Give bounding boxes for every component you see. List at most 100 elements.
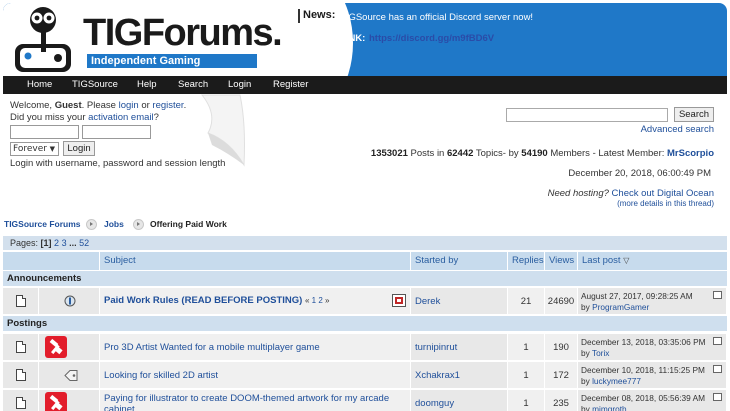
last-post-cell: December 08, 2018, 05:56:39 AM by mimgro… [578, 390, 727, 411]
current-page: [1] [40, 238, 52, 248]
breadcrumb-current: Offering Paid Work [150, 219, 227, 229]
replies-count: 1 [508, 390, 545, 411]
topic-icon-cell [3, 334, 39, 361]
logo-title[interactable]: TIGForums. [83, 13, 283, 53]
last-post-user[interactable]: Torix [592, 348, 610, 358]
topic-page-2[interactable]: 2 [318, 296, 322, 305]
last-post-date: December 08, 2018, 05:56:39 AM [581, 393, 706, 403]
tag-icon [64, 370, 78, 381]
last-post-icon[interactable] [713, 365, 722, 373]
register-link[interactable]: register [152, 100, 183, 111]
latest-member-link[interactable]: MrScorpio [667, 148, 714, 159]
last-post-date: August 27, 2017, 09:28:25 AM [581, 291, 693, 301]
page-icon [16, 369, 26, 381]
section-postings-label: Postings [7, 318, 48, 329]
session-length-select[interactable]: Forever ▼ [10, 142, 59, 156]
activation-link[interactable]: activation email [88, 112, 153, 123]
topic-starter-cell: Derek [411, 288, 508, 315]
last-post-by-line: by luckymee777 [581, 376, 726, 387]
login-link[interactable]: login [119, 100, 139, 111]
please-text: . Please [81, 100, 119, 111]
nav-search[interactable]: Search [178, 76, 208, 94]
session-length-value: Forever [13, 144, 47, 154]
or-text: or [138, 100, 153, 111]
period-text: . [183, 100, 187, 111]
header-last-post-cell[interactable]: Last post ▽ [578, 252, 727, 270]
starter-link[interactable]: Derek [415, 296, 440, 307]
last-post-by: by [581, 404, 593, 411]
posts-count: 1353021 [370, 148, 408, 159]
announcement-icon [64, 295, 76, 307]
starter-link[interactable]: doomguy [415, 398, 454, 409]
search-input[interactable] [506, 108, 668, 122]
last-post-by-line: by Torix [581, 348, 726, 359]
members-count: 54190 [521, 148, 548, 159]
breadcrumb-jobs[interactable]: Jobs [104, 219, 124, 229]
hosting-more-link[interactable]: (more details in this thread) [617, 199, 714, 208]
main-nav: Home TIGSource Help Search Login Registe… [3, 76, 727, 94]
topic-link[interactable]: Paying for illustrator to create DOOM-th… [104, 393, 389, 411]
topic-page-1[interactable]: 1 [312, 296, 316, 305]
page-link-3[interactable]: 3 [62, 238, 67, 248]
hammer-badge-icon [45, 392, 67, 411]
section-announcements-label: Announcements [7, 273, 82, 284]
page-link-2[interactable]: 2 [54, 238, 59, 248]
last-post-user[interactable]: mimgroth [592, 404, 627, 411]
pages-ellipsis: ... [69, 238, 77, 248]
nav-tigsource[interactable]: TIGSource [72, 76, 118, 94]
last-post-user[interactable]: luckymee777 [592, 376, 641, 386]
topic-link[interactable]: Paid Work Rules (READ BEFORE POSTING) [104, 295, 302, 306]
hammer-icon [49, 338, 63, 355]
last-post-icon[interactable] [713, 393, 722, 401]
section-announcements: Announcements [3, 271, 727, 286]
login-button[interactable]: Login [63, 141, 95, 156]
last-post-by: by [581, 348, 592, 358]
table-row: Pro 3D Artist Wanted for a mobile multip… [3, 334, 727, 361]
joystick-logo-icon [15, 7, 71, 72]
last-post-icon[interactable] [713, 291, 722, 299]
header-started-by[interactable]: Started by [411, 252, 508, 270]
table-row: Paid Work Rules (READ BEFORE POSTING) « … [3, 288, 727, 315]
username-input[interactable] [10, 125, 79, 139]
topic-starter-cell: turnipinrut [411, 334, 508, 361]
topic-link[interactable]: Pro 3D Artist Wanted for a mobile multip… [104, 342, 320, 353]
last-post-icon[interactable] [713, 337, 722, 345]
nav-register[interactable]: Register [273, 76, 308, 94]
search-button[interactable]: Search [674, 107, 714, 122]
digital-ocean-link[interactable]: Check out Digital Ocean [612, 188, 714, 199]
topic-starter-cell: Xchakrax1 [411, 362, 508, 389]
sort-desc-icon: ▽ [623, 256, 630, 265]
header-icons-cell [3, 252, 100, 270]
breadcrumb-forums[interactable]: TIGSource Forums [4, 219, 81, 229]
nav-help[interactable]: Help [137, 76, 157, 94]
replies-count: 1 [508, 334, 545, 361]
discord-link[interactable]: https://discord.gg/m9fBD6V [369, 33, 494, 44]
topic-icon-cell [3, 362, 39, 389]
page-curl-decoration [200, 94, 245, 167]
news-label: News: [298, 9, 335, 23]
password-input[interactable] [82, 125, 151, 139]
last-post-cell: December 10, 2018, 11:15:25 PM by luckym… [578, 362, 727, 389]
advanced-search-link[interactable]: Advanced search [641, 124, 714, 135]
page-link-52[interactable]: 52 [79, 238, 89, 248]
header-replies[interactable]: Replies [508, 252, 545, 270]
nav-home[interactable]: Home [27, 76, 52, 94]
topic-starter-cell: doomguy [411, 390, 508, 411]
last-post-user[interactable]: ProgramGamer [592, 302, 649, 312]
header-subject[interactable]: Subject [100, 252, 411, 270]
starter-link[interactable]: Xchakrax1 [415, 370, 460, 381]
table-row: Looking for skilled 2D artist Xchakrax1 … [3, 362, 727, 389]
message-icon-cell [39, 288, 100, 315]
topic-link[interactable]: Looking for skilled 2D artist [104, 370, 218, 381]
topic-icon-cell [3, 390, 39, 411]
last-post-by: by [581, 376, 593, 386]
starter-link[interactable]: turnipinrut [415, 342, 457, 353]
topic-icon-cell [3, 288, 39, 315]
sticky-topic-icon [392, 294, 406, 307]
last-post-by: by [581, 302, 593, 312]
header-views[interactable]: Views [545, 252, 578, 270]
pages-close: » [325, 296, 330, 305]
views-count: 24690 [545, 288, 578, 315]
hammer-badge-icon [45, 336, 67, 358]
nav-login[interactable]: Login [228, 76, 251, 94]
